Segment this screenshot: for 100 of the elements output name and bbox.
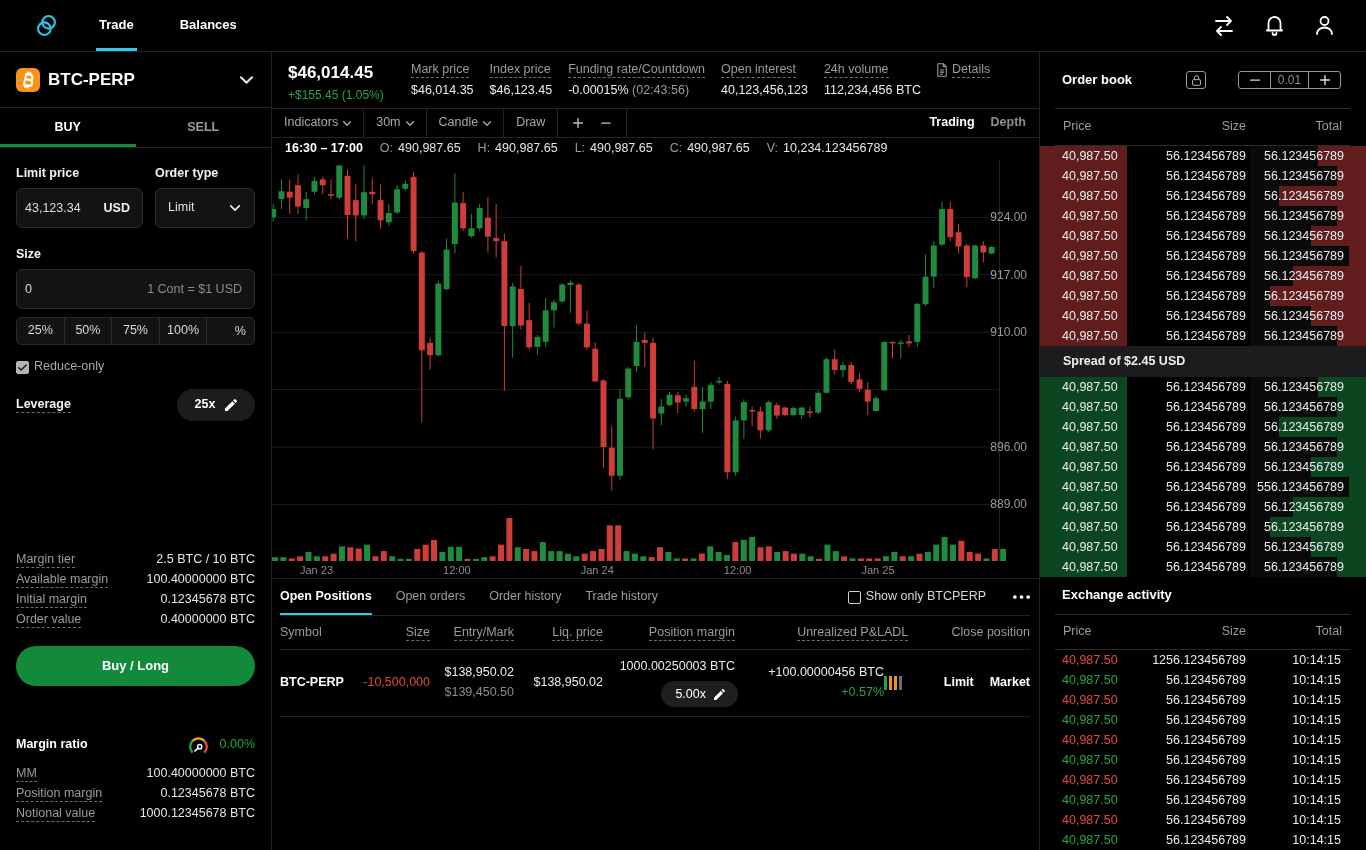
candlestick: [955, 223, 962, 254]
info-label: Position margin: [16, 786, 103, 802]
axis-label: 12:00: [723, 564, 752, 576]
candlestick: [534, 334, 541, 356]
notifications-button[interactable]: [1266, 15, 1283, 36]
bid-size: 56.123456789: [1166, 499, 1246, 516]
positions-tab[interactable]: Open orders: [395, 579, 466, 615]
position-margin: 1000.00250003 BTC: [619, 658, 735, 675]
leverage-button[interactable]: 25x: [177, 389, 255, 421]
section-title: Margin ratio: [16, 737, 88, 753]
view-tab[interactable]: Depth: [990, 115, 1026, 131]
column-header: Total: [1315, 624, 1342, 640]
bid-total: 56.123456789: [1264, 499, 1344, 516]
ask-size: 56.123456789: [1166, 148, 1246, 165]
bid-price: 40,987.50: [1040, 397, 1127, 417]
candlestick: [831, 349, 838, 376]
order-type-select[interactable]: Limit: [155, 188, 255, 228]
bell-icon: [1266, 15, 1283, 36]
section-title: Order book: [1062, 71, 1133, 89]
ask-size: 56.123456789: [1166, 188, 1246, 205]
ask-price: 40,987.50: [1040, 186, 1127, 206]
axis-label: 896.00: [990, 440, 1027, 454]
trade-time: 10:14:15: [1292, 832, 1341, 849]
column-header: Position margin: [648, 624, 735, 641]
candlestick: [674, 391, 681, 414]
market-selector[interactable]: BTC-PERP: [0, 52, 271, 108]
symbol-text: BTC-PERP: [280, 675, 344, 691]
trade-time: 10:14:15: [1292, 672, 1341, 689]
bid-total: 56.123456789: [1264, 519, 1344, 536]
positions-tab[interactable]: Trade history: [585, 579, 658, 615]
chart-tool-button[interactable]: Draw: [504, 109, 559, 137]
trade-price: 40,987.50: [1061, 812, 1118, 829]
stat-value: -0.00015%: [568, 83, 629, 97]
ask-size: 56.123456789: [1166, 308, 1246, 325]
nav-tab[interactable]: Balances: [176, 0, 240, 51]
info-label: MM: [16, 766, 37, 782]
info-label: Available margin: [16, 572, 109, 588]
reduce-only-checkbox[interactable]: [16, 360, 29, 374]
chart-menu[interactable]: Indicators: [272, 109, 365, 137]
filter-checkbox[interactable]: [847, 590, 861, 604]
view-tab[interactable]: Trading: [929, 115, 975, 131]
ohlc-value: 490,987.65: [687, 141, 750, 157]
leverage-button[interactable]: 5.00x: [661, 681, 738, 708]
ask-size: 56.123456789: [1166, 268, 1246, 285]
candlestick: [749, 406, 756, 427]
ask-total: 56.123456789: [1264, 268, 1344, 285]
field-label: Size: [16, 246, 41, 262]
trade-size: 56.123456789: [1166, 792, 1246, 809]
bid-total: 56.123456789: [1264, 399, 1344, 416]
ask-price: 40,987.50: [1040, 146, 1127, 166]
candlestick: [757, 406, 764, 440]
positions-tab[interactable]: Order history: [489, 579, 562, 615]
trade-size: 56.123456789: [1166, 712, 1246, 729]
chart-menu[interactable]: Candle: [426, 109, 505, 137]
trade-price: 40,987.50: [1061, 712, 1118, 729]
swap-arrows-icon: [1215, 15, 1233, 36]
bid-price: 40,987.50: [1040, 457, 1127, 477]
transfer-button[interactable]: [1215, 15, 1233, 36]
trade-time: 10:14:15: [1292, 732, 1341, 749]
candlestick: [980, 240, 987, 263]
column-header: Size: [405, 624, 430, 641]
trade-time: 10:14:15: [1292, 652, 1341, 669]
positions-tab[interactable]: Open Positions: [280, 579, 372, 615]
ask-total: 56.123456789: [1264, 308, 1344, 325]
field-label: Limit price: [16, 165, 80, 181]
chart-menu[interactable]: 30m: [364, 109, 427, 137]
ask-total: 56.123456789: [1264, 228, 1344, 245]
ask-price: 40,987.50: [1040, 326, 1127, 346]
candlestick: [361, 164, 367, 220]
field-label: Order type: [155, 165, 219, 181]
bid-price: 40,987.50: [1040, 557, 1127, 577]
lock-button[interactable]: [1186, 71, 1206, 89]
trade-time: 10:14:15: [1292, 692, 1341, 709]
ask-size: 56.123456789: [1166, 328, 1246, 345]
buy-long-button[interactable]: Buy / Long: [16, 646, 255, 686]
ask-price: 40,987.50: [1040, 206, 1127, 226]
entry-price: $138,950.02: [444, 665, 514, 681]
account-button[interactable]: [1316, 16, 1333, 35]
bid-total: 56.123456789: [1264, 459, 1344, 476]
more-button[interactable]: [1013, 595, 1030, 599]
column-header: Entry/Mark: [453, 624, 514, 641]
candle-period: 16:30 – 17:00: [285, 141, 363, 157]
details-link[interactable]: Details: [937, 62, 991, 78]
close-position-link[interactable]: Limit: [943, 675, 974, 691]
info-value: 2.5 BTC / 10 BTC: [156, 552, 255, 568]
nav-tab[interactable]: Trade: [96, 0, 137, 51]
document-icon: [937, 63, 947, 77]
bid-total: 56.123456789: [1264, 379, 1344, 396]
trade-price: 40,987.50: [1061, 752, 1118, 769]
gauge-icon: [188, 736, 208, 754]
bid-price: 40,987.50: [1040, 497, 1127, 517]
more-icon: [1013, 595, 1030, 599]
side-tab[interactable]: BUY: [0, 108, 136, 147]
stat-label: Open interest: [721, 62, 797, 78]
countdown-text: (02:43:56): [632, 83, 690, 97]
info-label: Order value: [16, 612, 82, 628]
ratio-value: 0.00%: [219, 737, 255, 753]
close-position-link[interactable]: Market: [989, 675, 1030, 691]
user-icon: [1316, 16, 1333, 35]
info-value: 100.40000000 BTC: [146, 572, 255, 588]
